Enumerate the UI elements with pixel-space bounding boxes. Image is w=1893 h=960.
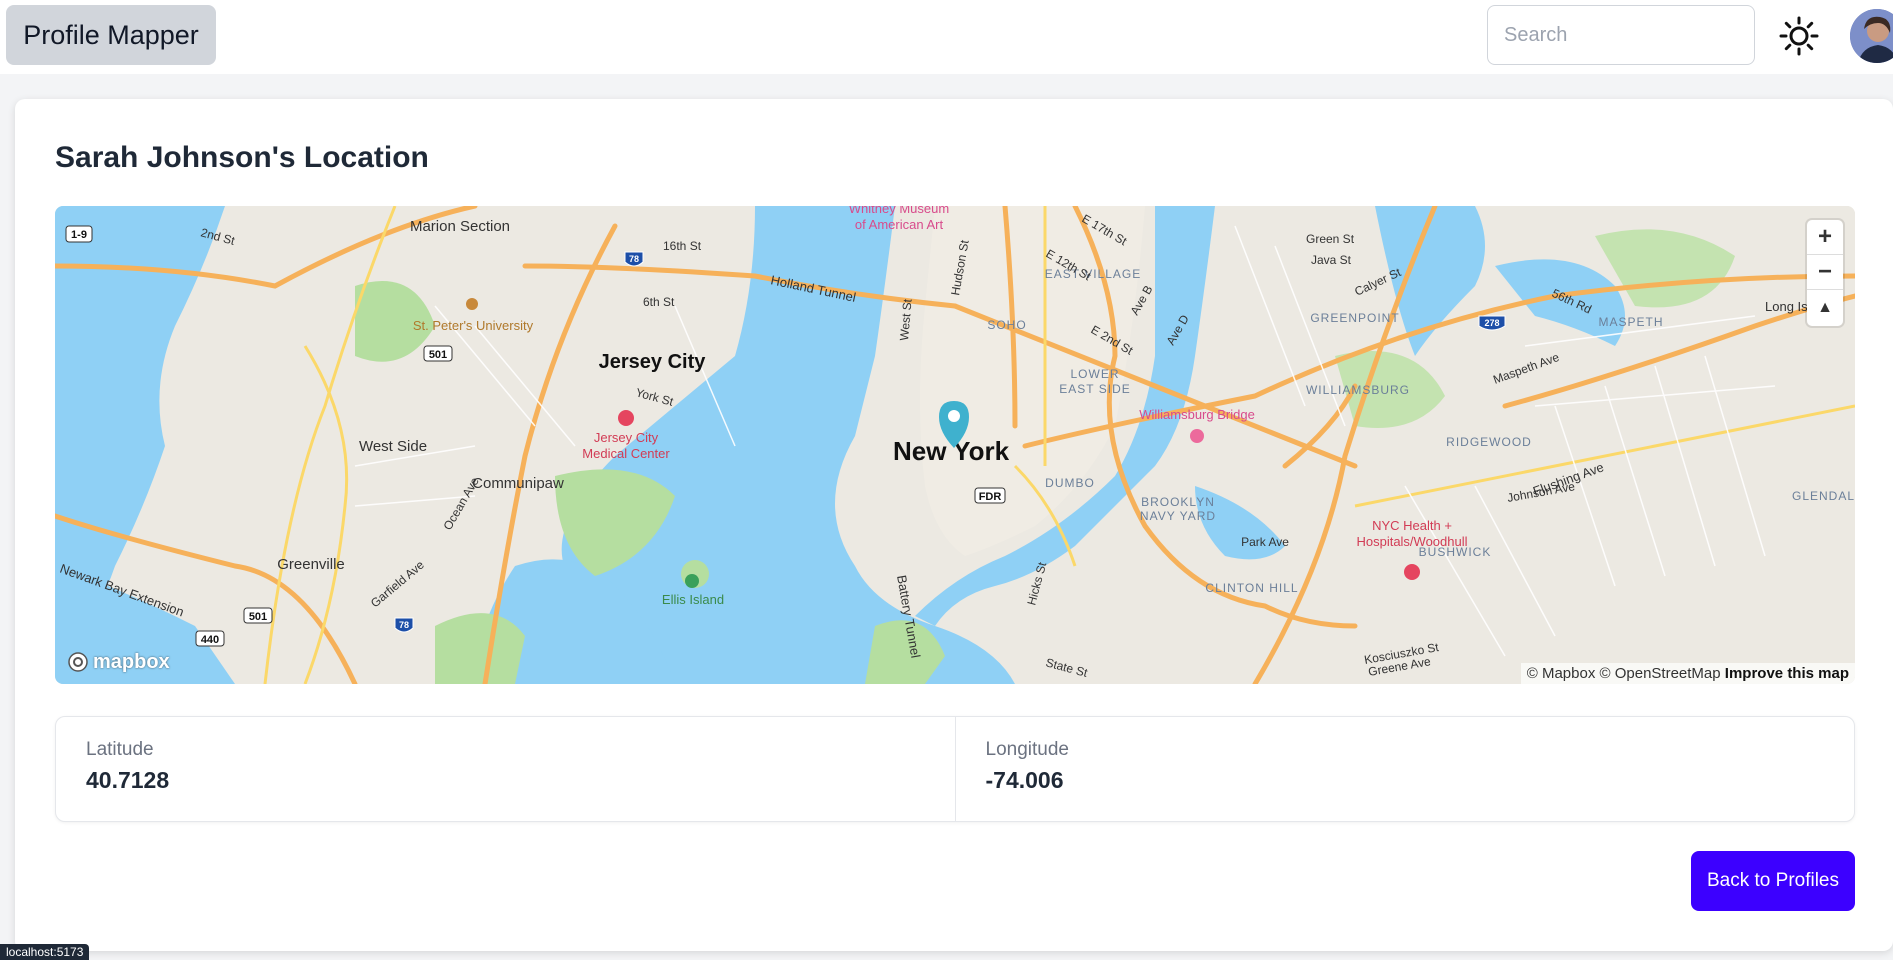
label-ridgewood: RIDGEWOOD	[1446, 435, 1532, 449]
brand-button[interactable]: Profile Mapper	[6, 5, 216, 65]
label-clinton-hill: CLINTON HILL	[1205, 581, 1298, 595]
latitude-box: Latitude 40.7128	[56, 717, 955, 821]
label-glendale: GLENDALE	[1792, 489, 1855, 503]
label-ellis-island: Ellis Island	[662, 592, 724, 607]
label-dumbo: DUMBO	[1045, 476, 1095, 490]
label-whitney: Whitney Museum	[849, 206, 949, 216]
label-communipaw: Communipaw	[472, 475, 564, 492]
label-greenville: Greenville	[277, 556, 345, 573]
label-les-2: EAST SIDE	[1059, 382, 1130, 396]
label-west-side: West Side	[359, 438, 427, 455]
label-jersey-city: Jersey City	[599, 351, 707, 373]
label-maspeth: MASPETH	[1598, 315, 1663, 329]
label-jc-medical-2: Medical Center	[582, 446, 670, 461]
map-attribution: © Mapbox © OpenStreetMap Improve this ma…	[1520, 663, 1855, 684]
latitude-value: 40.7128	[86, 767, 170, 793]
improve-map-link[interactable]: Improve this map	[1725, 665, 1849, 682]
label-jc-medical: Jersey City	[594, 430, 659, 445]
svg-text:78: 78	[629, 254, 639, 264]
label-soho: SOHO	[987, 318, 1026, 332]
svg-text:501: 501	[249, 611, 267, 623]
label-java-st: Java St	[1311, 253, 1352, 267]
zoom-in-button[interactable]: +	[1807, 220, 1843, 255]
label-6th-st: 6th St	[643, 295, 675, 309]
label-st-peters: St. Peter's University	[413, 318, 534, 333]
svg-text:1-9: 1-9	[71, 229, 87, 241]
svg-text:501: 501	[429, 349, 447, 361]
attribution-text[interactable]: © Mapbox © OpenStreetMap	[1527, 665, 1721, 682]
label-east-village: EAST VILLAGE	[1045, 267, 1142, 281]
sun-icon[interactable]	[1776, 13, 1822, 59]
label-williamsburg-bridge: Williamsburg Bridge	[1139, 407, 1255, 422]
navbar: Profile Mapper	[0, 0, 1893, 74]
mapbox-logo[interactable]: mapbox	[63, 648, 178, 676]
svg-text:78: 78	[399, 620, 409, 630]
label-greenpoint: GREENPOINT	[1310, 311, 1399, 325]
svg-text:FDR: FDR	[979, 491, 1002, 503]
label-park-ave: Park Ave	[1241, 535, 1289, 549]
label-bny: BROOKLYN	[1141, 495, 1215, 509]
label-williamsburg: WILLIAMSBURG	[1306, 383, 1410, 397]
label-les: LOWER	[1070, 367, 1119, 381]
label-marion-section: Marion Section	[410, 218, 510, 235]
back-to-profiles-button[interactable]: Back to Profiles	[1691, 851, 1855, 911]
label-bny-2: NAVY YARD	[1140, 509, 1216, 523]
map-controls: + − ▲	[1807, 220, 1843, 326]
mapbox-logo-text: mapbox	[93, 650, 170, 673]
coordinates-panel: Latitude 40.7128 Longitude -74.006	[55, 716, 1855, 822]
label-nyc-health: NYC Health +	[1372, 518, 1452, 533]
svg-text:278: 278	[1484, 318, 1499, 328]
longitude-value: -74.006	[985, 767, 1064, 793]
latitude-label: Latitude	[86, 739, 154, 760]
label-whitney-2: of American Art	[855, 217, 944, 232]
label-green-st: Green St	[1306, 232, 1355, 246]
longitude-label: Longitude	[985, 739, 1069, 760]
location-card: Sarah Johnson's Location 1-9 501 440 501…	[15, 99, 1893, 951]
label-16th-st: 16th St	[663, 239, 702, 253]
status-url: localhost:5173	[0, 944, 90, 960]
label-nyc-health-2: Hospitals/Woodhull	[1356, 534, 1467, 549]
page-title: Sarah Johnson's Location	[55, 141, 429, 174]
svg-text:440: 440	[201, 634, 219, 646]
mapbox-logo-icon	[68, 652, 88, 672]
compass-icon[interactable]: ▲	[1807, 290, 1843, 325]
search-input[interactable]	[1487, 5, 1755, 65]
map[interactable]: 1-9 501 440 501 78 78 278 FDR New York J…	[55, 206, 1855, 684]
zoom-out-button[interactable]: −	[1807, 255, 1843, 290]
longitude-box: Longitude -74.006	[954, 717, 1855, 821]
avatar[interactable]	[1850, 9, 1893, 63]
